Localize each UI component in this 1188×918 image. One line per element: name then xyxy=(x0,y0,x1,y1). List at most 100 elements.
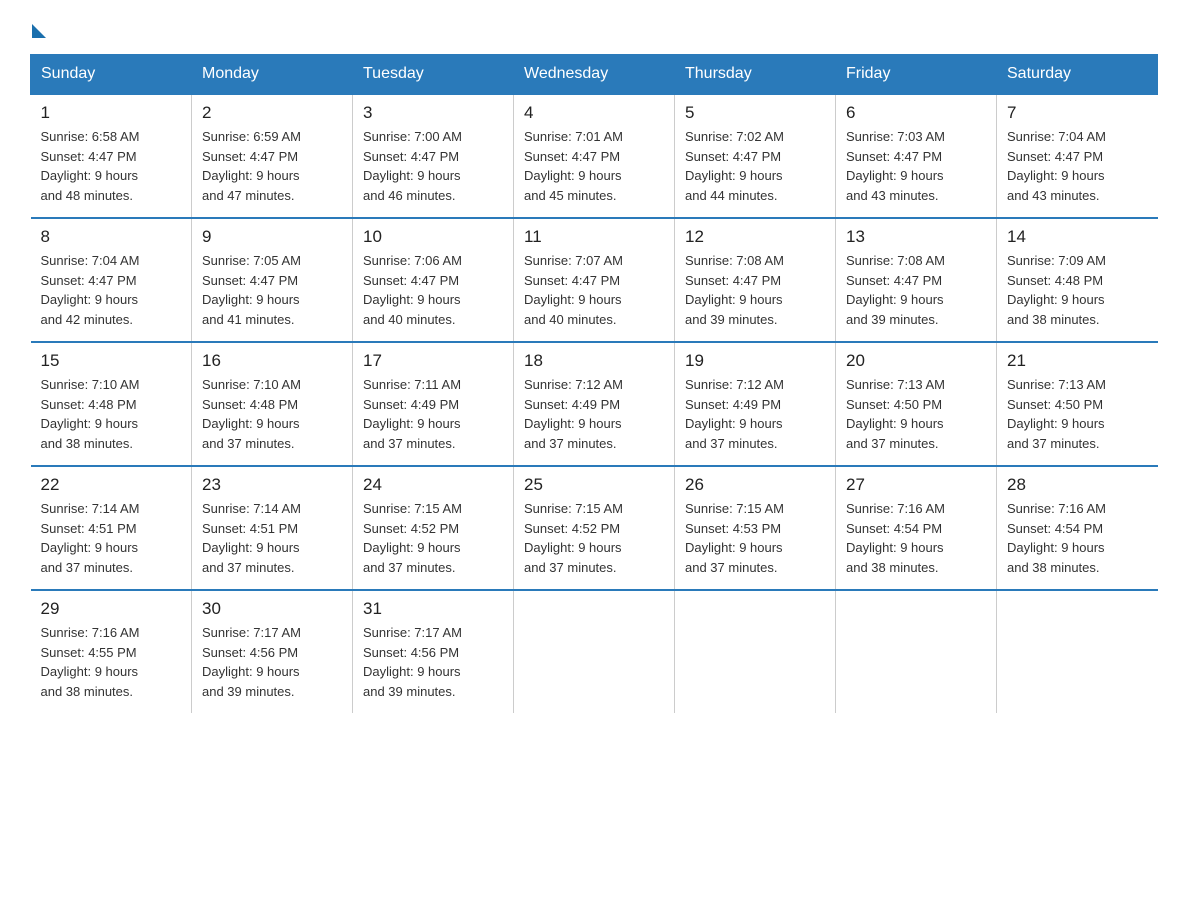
calendar-cell xyxy=(675,590,836,713)
weekday-header-wednesday: Wednesday xyxy=(514,55,675,95)
day-number: 24 xyxy=(363,475,503,495)
day-info: Sunrise: 7:10 AMSunset: 4:48 PMDaylight:… xyxy=(202,377,301,451)
day-info: Sunrise: 7:11 AMSunset: 4:49 PMDaylight:… xyxy=(363,377,461,451)
day-info: Sunrise: 7:07 AMSunset: 4:47 PMDaylight:… xyxy=(524,253,623,327)
day-number: 16 xyxy=(202,351,342,371)
calendar-cell: 2 Sunrise: 6:59 AMSunset: 4:47 PMDayligh… xyxy=(192,94,353,218)
day-number: 21 xyxy=(1007,351,1148,371)
day-number: 20 xyxy=(846,351,986,371)
day-number: 25 xyxy=(524,475,664,495)
day-number: 14 xyxy=(1007,227,1148,247)
day-number: 30 xyxy=(202,599,342,619)
calendar-cell: 12 Sunrise: 7:08 AMSunset: 4:47 PMDaylig… xyxy=(675,218,836,342)
day-number: 6 xyxy=(846,103,986,123)
day-info: Sunrise: 7:14 AMSunset: 4:51 PMDaylight:… xyxy=(202,501,301,575)
weekday-header-saturday: Saturday xyxy=(997,55,1158,95)
day-info: Sunrise: 6:58 AMSunset: 4:47 PMDaylight:… xyxy=(41,129,140,203)
day-info: Sunrise: 7:06 AMSunset: 4:47 PMDaylight:… xyxy=(363,253,462,327)
calendar-cell: 5 Sunrise: 7:02 AMSunset: 4:47 PMDayligh… xyxy=(675,94,836,218)
weekday-header-thursday: Thursday xyxy=(675,55,836,95)
calendar-cell: 17 Sunrise: 7:11 AMSunset: 4:49 PMDaylig… xyxy=(353,342,514,466)
calendar-cell: 30 Sunrise: 7:17 AMSunset: 4:56 PMDaylig… xyxy=(192,590,353,713)
day-info: Sunrise: 7:01 AMSunset: 4:47 PMDaylight:… xyxy=(524,129,623,203)
day-number: 13 xyxy=(846,227,986,247)
day-number: 27 xyxy=(846,475,986,495)
calendar-cell: 3 Sunrise: 7:00 AMSunset: 4:47 PMDayligh… xyxy=(353,94,514,218)
calendar-cell: 16 Sunrise: 7:10 AMSunset: 4:48 PMDaylig… xyxy=(192,342,353,466)
day-number: 11 xyxy=(524,227,664,247)
day-info: Sunrise: 7:15 AMSunset: 4:52 PMDaylight:… xyxy=(363,501,462,575)
logo-arrow-icon xyxy=(32,24,46,38)
day-number: 10 xyxy=(363,227,503,247)
day-number: 2 xyxy=(202,103,342,123)
calendar-cell: 13 Sunrise: 7:08 AMSunset: 4:47 PMDaylig… xyxy=(836,218,997,342)
day-info: Sunrise: 7:12 AMSunset: 4:49 PMDaylight:… xyxy=(685,377,784,451)
calendar-cell: 15 Sunrise: 7:10 AMSunset: 4:48 PMDaylig… xyxy=(31,342,192,466)
day-info: Sunrise: 7:08 AMSunset: 4:47 PMDaylight:… xyxy=(685,253,784,327)
calendar-cell: 6 Sunrise: 7:03 AMSunset: 4:47 PMDayligh… xyxy=(836,94,997,218)
calendar-cell: 26 Sunrise: 7:15 AMSunset: 4:53 PMDaylig… xyxy=(675,466,836,590)
day-number: 28 xyxy=(1007,475,1148,495)
day-info: Sunrise: 7:17 AMSunset: 4:56 PMDaylight:… xyxy=(202,625,301,699)
weekday-header-row: SundayMondayTuesdayWednesdayThursdayFrid… xyxy=(31,55,1158,95)
day-info: Sunrise: 7:08 AMSunset: 4:47 PMDaylight:… xyxy=(846,253,945,327)
calendar-cell: 21 Sunrise: 7:13 AMSunset: 4:50 PMDaylig… xyxy=(997,342,1158,466)
day-number: 31 xyxy=(363,599,503,619)
calendar-cell: 22 Sunrise: 7:14 AMSunset: 4:51 PMDaylig… xyxy=(31,466,192,590)
day-info: Sunrise: 7:16 AMSunset: 4:54 PMDaylight:… xyxy=(846,501,945,575)
day-number: 8 xyxy=(41,227,182,247)
day-info: Sunrise: 7:17 AMSunset: 4:56 PMDaylight:… xyxy=(363,625,462,699)
day-info: Sunrise: 7:16 AMSunset: 4:55 PMDaylight:… xyxy=(41,625,140,699)
calendar-cell: 11 Sunrise: 7:07 AMSunset: 4:47 PMDaylig… xyxy=(514,218,675,342)
calendar-cell: 4 Sunrise: 7:01 AMSunset: 4:47 PMDayligh… xyxy=(514,94,675,218)
day-info: Sunrise: 7:04 AMSunset: 4:47 PMDaylight:… xyxy=(41,253,140,327)
calendar-cell xyxy=(836,590,997,713)
day-info: Sunrise: 7:03 AMSunset: 4:47 PMDaylight:… xyxy=(846,129,945,203)
calendar-table: SundayMondayTuesdayWednesdayThursdayFrid… xyxy=(30,54,1158,713)
day-info: Sunrise: 7:16 AMSunset: 4:54 PMDaylight:… xyxy=(1007,501,1106,575)
day-number: 5 xyxy=(685,103,825,123)
calendar-week-3: 15 Sunrise: 7:10 AMSunset: 4:48 PMDaylig… xyxy=(31,342,1158,466)
day-info: Sunrise: 7:04 AMSunset: 4:47 PMDaylight:… xyxy=(1007,129,1106,203)
day-number: 4 xyxy=(524,103,664,123)
calendar-cell: 29 Sunrise: 7:16 AMSunset: 4:55 PMDaylig… xyxy=(31,590,192,713)
calendar-week-1: 1 Sunrise: 6:58 AMSunset: 4:47 PMDayligh… xyxy=(31,94,1158,218)
day-info: Sunrise: 7:15 AMSunset: 4:53 PMDaylight:… xyxy=(685,501,784,575)
calendar-cell: 1 Sunrise: 6:58 AMSunset: 4:47 PMDayligh… xyxy=(31,94,192,218)
day-info: Sunrise: 6:59 AMSunset: 4:47 PMDaylight:… xyxy=(202,129,301,203)
day-number: 22 xyxy=(41,475,182,495)
calendar-cell: 14 Sunrise: 7:09 AMSunset: 4:48 PMDaylig… xyxy=(997,218,1158,342)
day-info: Sunrise: 7:09 AMSunset: 4:48 PMDaylight:… xyxy=(1007,253,1106,327)
calendar-cell: 9 Sunrise: 7:05 AMSunset: 4:47 PMDayligh… xyxy=(192,218,353,342)
day-number: 7 xyxy=(1007,103,1148,123)
page-header xyxy=(30,20,1158,34)
day-number: 29 xyxy=(41,599,182,619)
calendar-cell: 28 Sunrise: 7:16 AMSunset: 4:54 PMDaylig… xyxy=(997,466,1158,590)
weekday-header-tuesday: Tuesday xyxy=(353,55,514,95)
logo xyxy=(30,20,46,34)
day-info: Sunrise: 7:15 AMSunset: 4:52 PMDaylight:… xyxy=(524,501,623,575)
weekday-header-sunday: Sunday xyxy=(31,55,192,95)
calendar-cell: 10 Sunrise: 7:06 AMSunset: 4:47 PMDaylig… xyxy=(353,218,514,342)
day-number: 15 xyxy=(41,351,182,371)
calendar-week-2: 8 Sunrise: 7:04 AMSunset: 4:47 PMDayligh… xyxy=(31,218,1158,342)
day-info: Sunrise: 7:00 AMSunset: 4:47 PMDaylight:… xyxy=(363,129,462,203)
day-number: 19 xyxy=(685,351,825,371)
calendar-cell xyxy=(997,590,1158,713)
calendar-cell: 20 Sunrise: 7:13 AMSunset: 4:50 PMDaylig… xyxy=(836,342,997,466)
calendar-cell: 25 Sunrise: 7:15 AMSunset: 4:52 PMDaylig… xyxy=(514,466,675,590)
calendar-cell: 23 Sunrise: 7:14 AMSunset: 4:51 PMDaylig… xyxy=(192,466,353,590)
calendar-cell: 19 Sunrise: 7:12 AMSunset: 4:49 PMDaylig… xyxy=(675,342,836,466)
day-info: Sunrise: 7:10 AMSunset: 4:48 PMDaylight:… xyxy=(41,377,140,451)
calendar-week-5: 29 Sunrise: 7:16 AMSunset: 4:55 PMDaylig… xyxy=(31,590,1158,713)
day-number: 1 xyxy=(41,103,182,123)
day-info: Sunrise: 7:05 AMSunset: 4:47 PMDaylight:… xyxy=(202,253,301,327)
calendar-week-4: 22 Sunrise: 7:14 AMSunset: 4:51 PMDaylig… xyxy=(31,466,1158,590)
calendar-cell xyxy=(514,590,675,713)
weekday-header-monday: Monday xyxy=(192,55,353,95)
calendar-cell: 31 Sunrise: 7:17 AMSunset: 4:56 PMDaylig… xyxy=(353,590,514,713)
day-number: 9 xyxy=(202,227,342,247)
day-info: Sunrise: 7:14 AMSunset: 4:51 PMDaylight:… xyxy=(41,501,140,575)
day-number: 26 xyxy=(685,475,825,495)
weekday-header-friday: Friday xyxy=(836,55,997,95)
